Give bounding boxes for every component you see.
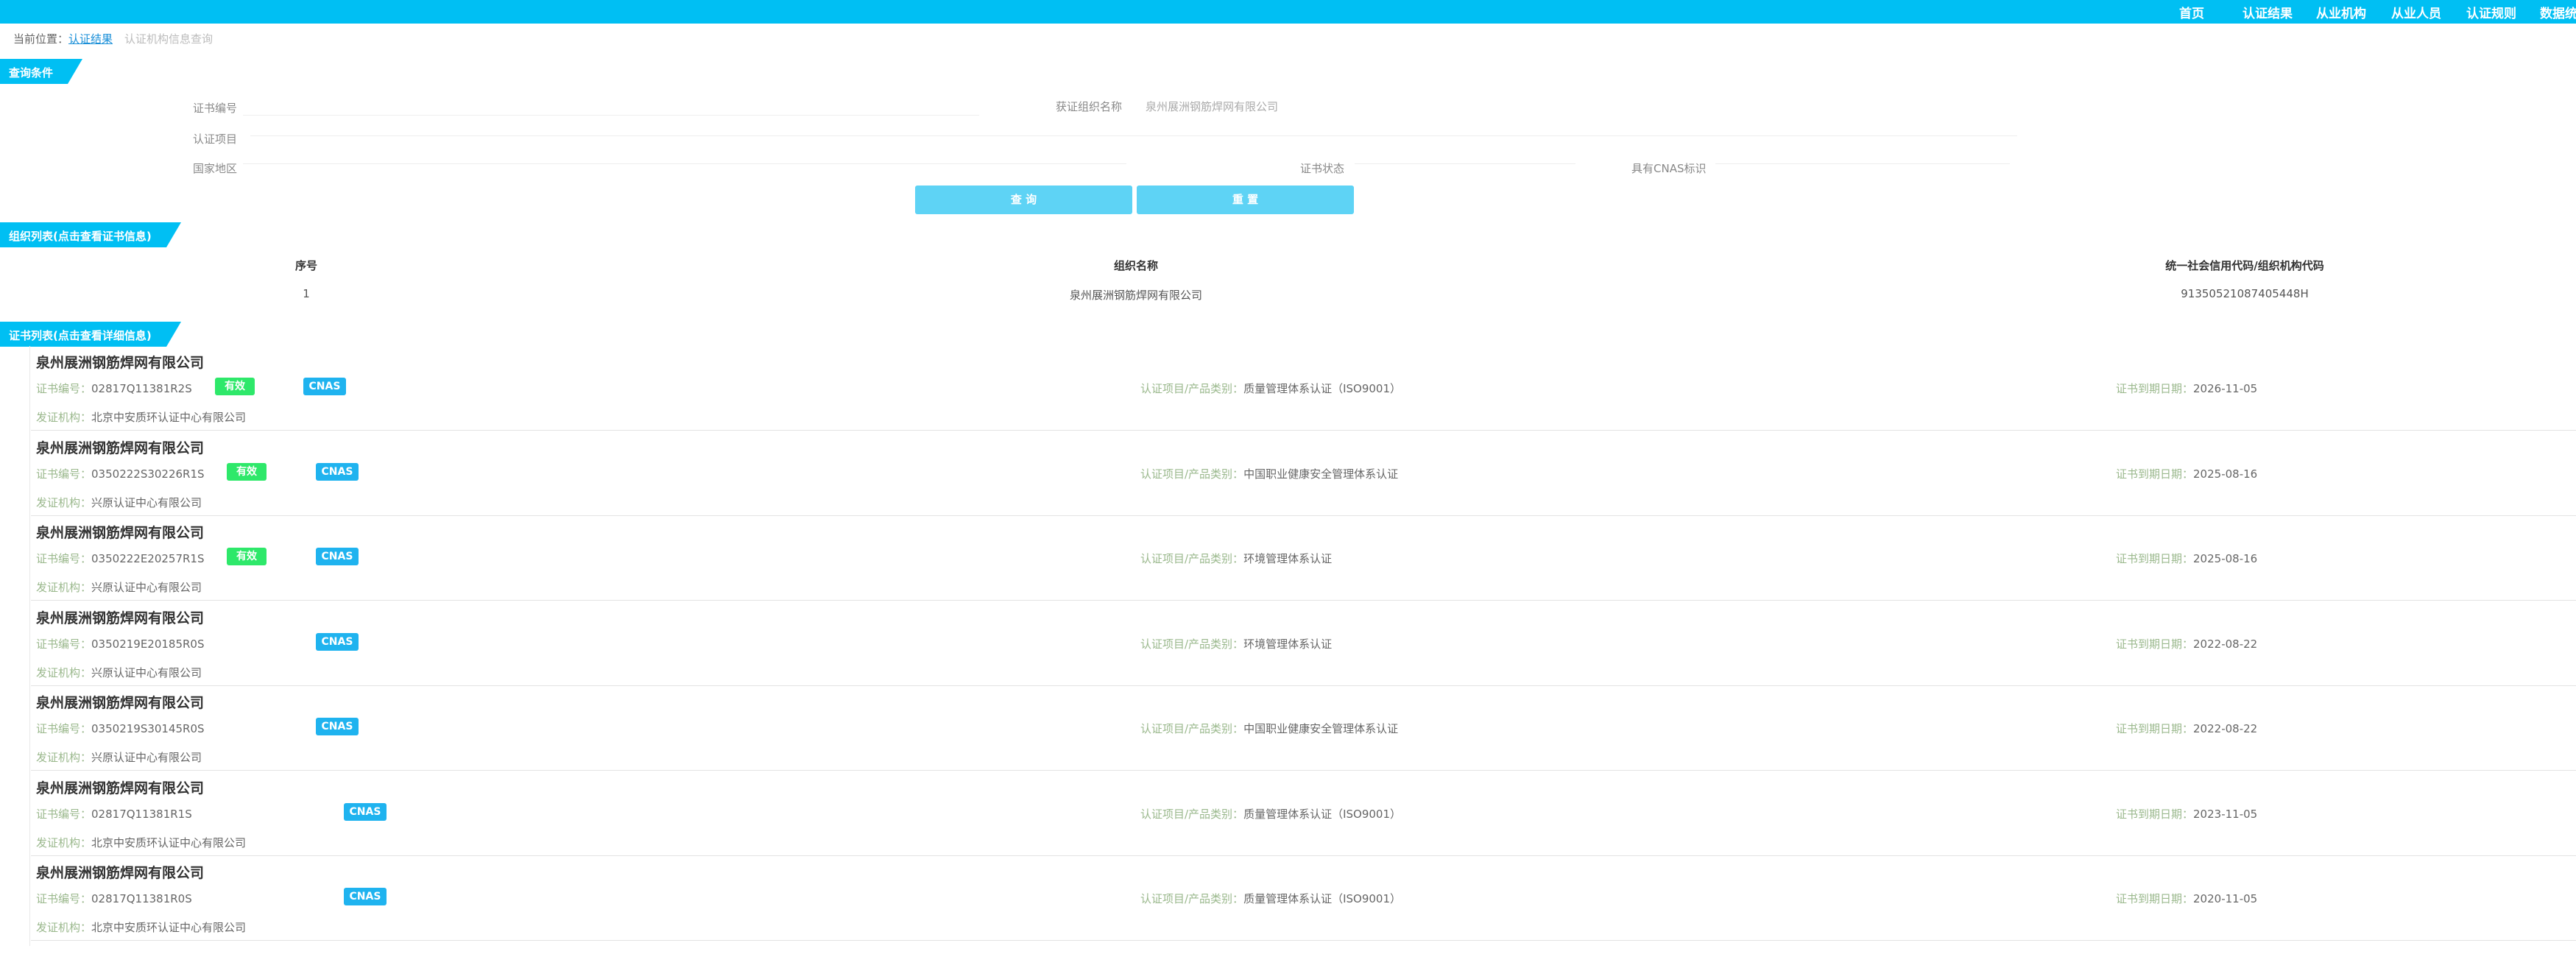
cert-org-name: 泉州展洲钢筋焊网有限公司 <box>36 865 205 881</box>
cnas-badge: CNAS <box>316 462 359 481</box>
cert-issuer: 发证机构：兴原认证中心有限公司 <box>36 581 202 594</box>
cnas-badge: CNAS <box>344 802 387 821</box>
cert-org-name: 泉州展洲钢筋焊网有限公司 <box>36 525 205 541</box>
search-button[interactable]: 查 询 <box>915 186 1132 214</box>
region-select[interactable] <box>243 163 1126 164</box>
col-header-org-name: 组织名称 <box>1113 259 1159 272</box>
cert-expiry: 证书到期日期：2026-11-05 <box>2116 382 2258 395</box>
cert-org-name: 泉州展洲钢筋焊网有限公司 <box>36 695 205 711</box>
cert-category: 认证项目/产品类别：环境管理体系认证 <box>1140 552 1333 565</box>
cert-number: 证书编号：02817Q11381R2S <box>36 382 192 395</box>
cert-card[interactable]: 泉州展洲钢筋焊网有限公司 证书编号：0350222E20257R1S 有效 CNAS 认… <box>31 516 2576 601</box>
cert-issuer: 发证机构：北京中安质环认证中心有限公司 <box>36 835 247 849</box>
nav-cert-results[interactable]: 认证结果 <box>2242 3 2293 21</box>
cert-category: 认证项目/产品类别：质量管理体系认证（ISO9001） <box>1140 807 1401 821</box>
top-nav-bar: 首页 认证结果 从业机构 从业人员 认证规则 数据统 <box>0 0 2576 24</box>
cert-card[interactable]: 泉州展洲钢筋焊网有限公司 证书编号：0350219S30145R0S CNAS 认证项… <box>31 686 2576 771</box>
cert-status-select[interactable] <box>1355 163 1575 164</box>
cnas-badge: CNAS <box>316 632 359 651</box>
region-label: 国家地区 <box>193 162 238 175</box>
cert-item-label: 认证项目 <box>193 133 238 146</box>
cert-card[interactable]: 泉州展洲钢筋焊网有限公司 证书编号：02817Q11381R2S 有效 CNAS 认证项… <box>31 346 2576 431</box>
cert-list-section-header: 证书列表(点击查看详细信息) <box>0 322 181 347</box>
cert-list-title: 证书列表(点击查看详细信息) <box>9 329 152 342</box>
cert-org-name: 泉州展洲钢筋焊网有限公司 <box>36 439 205 456</box>
valid-badge: 有效 <box>227 462 267 481</box>
nav-institutions[interactable]: 从业机构 <box>2316 3 2366 21</box>
cert-org-name: 泉州展洲钢筋焊网有限公司 <box>36 610 205 626</box>
cert-category: 认证项目/产品类别：中国职业健康安全管理体系认证 <box>1140 467 1399 481</box>
cnas-badge: CNAS <box>316 718 359 735</box>
org-list-section-header: 组织列表(点击查看证书信息) <box>0 222 181 247</box>
cert-number: 证书编号：0350219S30145R0S <box>36 722 205 735</box>
cert-number: 证书编号：02817Q11381R0S <box>36 892 192 905</box>
cert-number: 证书编号：02817Q11381R1S <box>36 807 192 821</box>
cert-item-select[interactable] <box>250 135 1575 136</box>
col-header-credit-code: 统一社会信用代码/组织机构代码 <box>2165 259 2324 272</box>
cert-org-name: 泉州展洲钢筋焊网有限公司 <box>36 780 205 796</box>
nav-practitioners[interactable]: 从业人员 <box>2391 3 2441 21</box>
reset-button[interactable]: 重 置 <box>1137 186 1354 214</box>
cert-status-label: 证书状态 <box>1300 162 1345 175</box>
nav-home[interactable]: 首页 <box>2179 3 2204 21</box>
cert-item-subselect[interactable] <box>1575 135 2017 136</box>
cert-number: 证书编号：0350222S30226R1S <box>36 467 205 481</box>
org-row-code: 91350521087405448H <box>2181 287 2309 300</box>
cert-expiry: 证书到期日期：2022-08-22 <box>2116 722 2258 735</box>
cert-card[interactable]: 泉州展洲钢筋焊网有限公司 证书编号：0350222S30226R1S 有效 CNAS 认… <box>31 431 2576 516</box>
breadcrumb: 当前位置：认证结果 认证机构信息查询 <box>13 31 213 46</box>
org-row-no: 1 <box>303 287 310 300</box>
cert-category: 认证项目/产品类别：环境管理体系认证 <box>1140 637 1333 651</box>
cnas-badge: CNAS <box>316 548 359 565</box>
cert-card[interactable]: 泉州展洲钢筋焊网有限公司 证书编号：0350219E20185R0S CNAS 认证项… <box>31 601 2576 686</box>
cnas-select[interactable] <box>1715 163 2010 164</box>
cert-number: 证书编号：0350219E20185R0S <box>36 637 205 651</box>
cnas-badge: CNAS <box>303 378 346 395</box>
query-section-title: 查询条件 <box>9 66 54 80</box>
cert-category: 认证项目/产品类别：质量管理体系认证（ISO9001） <box>1140 382 1401 395</box>
cert-list-border <box>29 346 30 946</box>
breadcrumb-current: 认证机构信息查询 <box>124 32 214 46</box>
cert-expiry: 证书到期日期：2025-08-16 <box>2116 467 2258 481</box>
org-name-label: 获证组织名称 <box>1056 100 1123 113</box>
cnas-label: 具有CNAS标识 <box>1631 162 1707 175</box>
cert-no-label: 证书编号 <box>193 102 238 115</box>
cert-expiry: 证书到期日期：2023-11-05 <box>2116 807 2258 821</box>
org-name-input[interactable]: 泉州展洲钢筋焊网有限公司 <box>1146 99 1278 114</box>
cert-expiry: 证书到期日期：2020-11-05 <box>2116 892 2258 905</box>
valid-badge: 有效 <box>227 548 267 565</box>
query-section-header: 查询条件 <box>0 59 82 84</box>
nav-statistics[interactable]: 数据统 <box>2540 3 2576 21</box>
cert-issuer: 发证机构：兴原认证中心有限公司 <box>36 751 202 764</box>
cert-issuer: 发证机构：北京中安质环认证中心有限公司 <box>36 411 247 424</box>
cert-category: 认证项目/产品类别：质量管理体系认证（ISO9001） <box>1140 892 1401 905</box>
cert-issuer: 发证机构：兴原认证中心有限公司 <box>36 665 202 679</box>
valid-badge: 有效 <box>215 378 255 395</box>
cert-issuer: 发证机构：兴原认证中心有限公司 <box>36 495 202 509</box>
cert-no-input[interactable] <box>243 115 979 116</box>
breadcrumb-link[interactable]: 认证结果 <box>68 32 113 46</box>
cert-card[interactable]: 泉州展洲钢筋焊网有限公司 证书编号：02817Q11381R1S CNAS 认证项目/… <box>31 771 2576 856</box>
org-list-title: 组织列表(点击查看证书信息) <box>9 230 152 243</box>
cert-expiry: 证书到期日期：2022-08-22 <box>2116 637 2258 651</box>
cert-issuer: 发证机构：北京中安质环认证中心有限公司 <box>36 921 247 934</box>
cert-org-name: 泉州展洲钢筋焊网有限公司 <box>36 355 205 371</box>
org-row-name[interactable]: 泉州展洲钢筋焊网有限公司 <box>1070 287 1202 303</box>
cert-number: 证书编号：0350222E20257R1S <box>36 552 205 565</box>
cert-category: 认证项目/产品类别：中国职业健康安全管理体系认证 <box>1140 722 1399 735</box>
cert-card[interactable]: 泉州展洲钢筋焊网有限公司 证书编号：02817Q11381R0S CNAS 认证项目/… <box>31 856 2576 941</box>
cert-expiry: 证书到期日期：2025-08-16 <box>2116 552 2258 565</box>
col-header-no: 序号 <box>294 259 318 272</box>
breadcrumb-prefix: 当前位置： <box>13 32 69 46</box>
cnas-badge: CNAS <box>344 888 387 905</box>
nav-cert-rules[interactable]: 认证规则 <box>2466 3 2516 21</box>
